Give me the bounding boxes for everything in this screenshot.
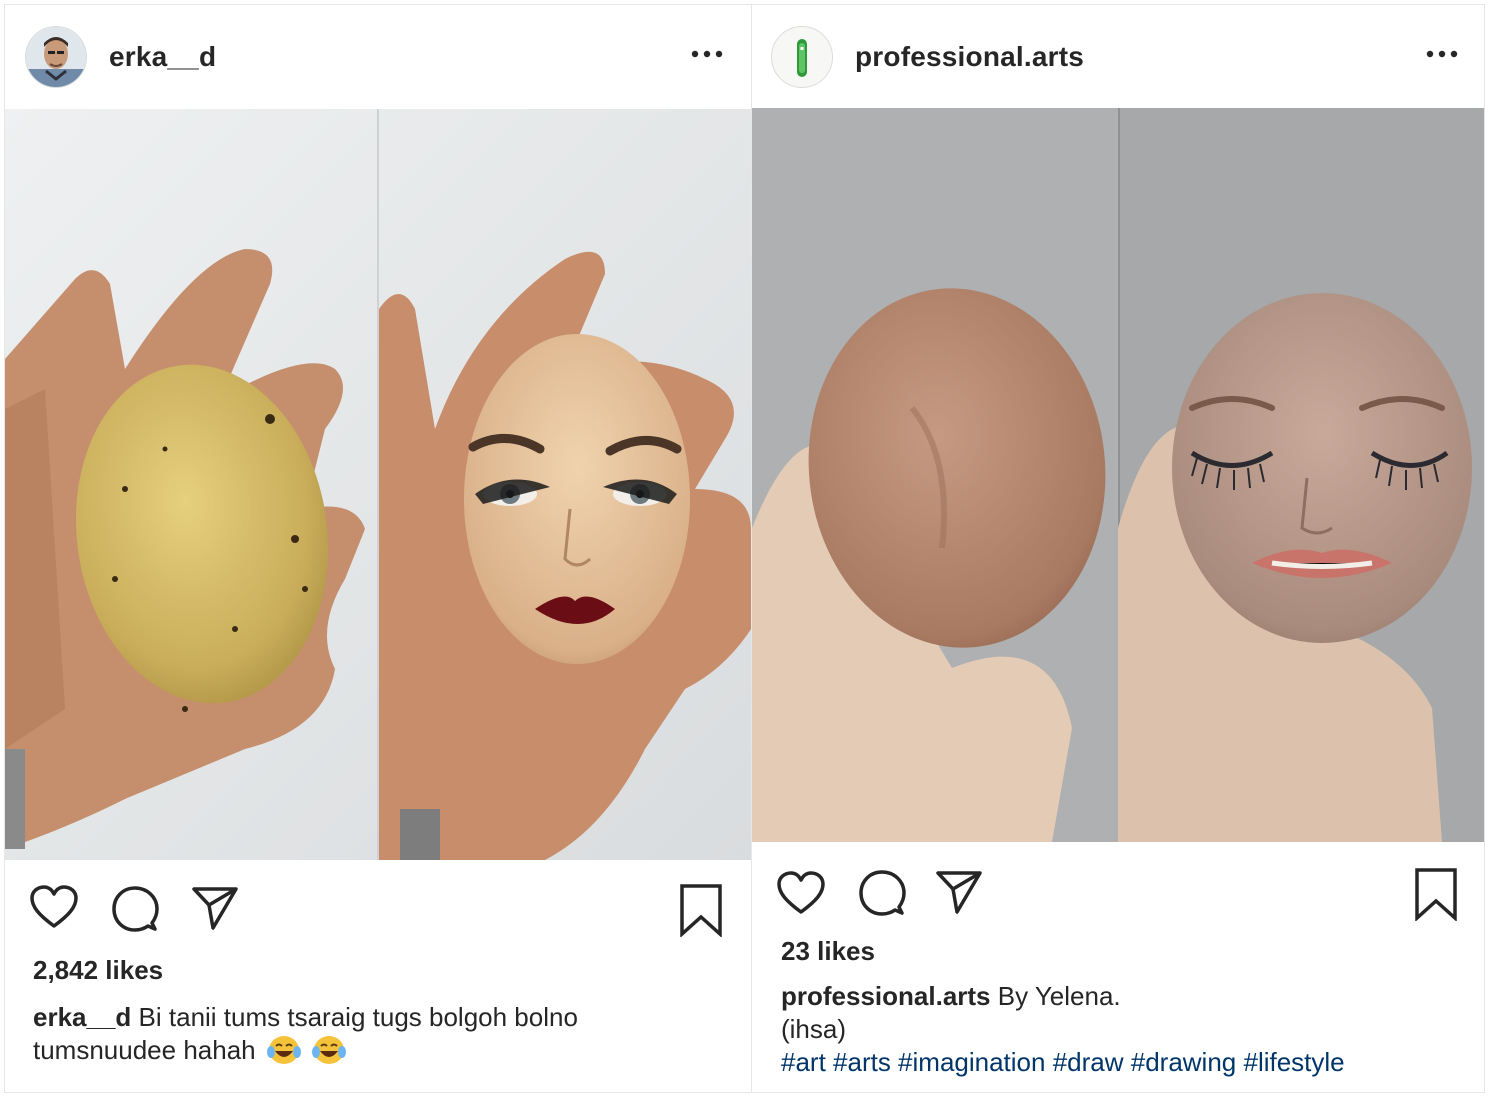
post-header: erka__d [5,5,751,108]
more-options-icon[interactable] [1426,45,1458,63]
bookmark-icon[interactable] [679,883,723,942]
caption-text: By Yelena. [997,981,1121,1011]
likes-count[interactable]: 23 likes [781,936,875,967]
caption-text: Bi tanii tums tsaraig tugs bolgoh bolno [138,1002,578,1032]
post-photo[interactable] [752,108,1484,842]
heart-icon[interactable] [30,885,78,934]
post-actions [5,875,751,938]
post-actions [752,861,1484,922]
laughing-crying-emoji-icon [312,1035,347,1073]
user-avatar[interactable] [25,25,87,88]
share-icon[interactable] [935,869,983,920]
caption-text-line2: tumsnuudee hahah [33,1035,256,1065]
user-avatar[interactable] [771,25,833,88]
post-caption: erka__d Bi tanii tums tsaraig tugs bolgo… [33,1001,733,1073]
caption-text-line2: (ihsa) [781,1014,847,1044]
post-photo[interactable] [5,109,751,860]
more-options-icon[interactable] [691,45,723,63]
post-username[interactable]: erka__d [109,41,216,73]
post-header: professional.arts [752,5,1484,108]
share-icon[interactable] [191,885,239,936]
post-username[interactable]: professional.arts [855,41,1084,73]
comment-icon[interactable] [111,885,159,938]
bookmark-icon[interactable] [1414,867,1458,926]
caption-username[interactable]: erka__d [33,1002,131,1032]
heart-icon[interactable] [777,871,825,920]
caption-hashtags[interactable]: #art #arts #imagination #draw #drawing #… [781,1047,1345,1077]
post-card-left: erka__d 2,842 likes erka__d Bi tanii tum… [4,4,752,1093]
likes-count[interactable]: 2,842 likes [33,955,163,986]
comment-icon[interactable] [858,869,906,922]
caption-username[interactable]: professional.arts [781,981,991,1011]
post-card-right: professional.arts 23 likes professional.… [751,4,1485,1093]
post-caption: professional.arts By Yelena. (ihsa) #art… [781,980,1471,1079]
laughing-crying-emoji-icon [266,1035,301,1073]
